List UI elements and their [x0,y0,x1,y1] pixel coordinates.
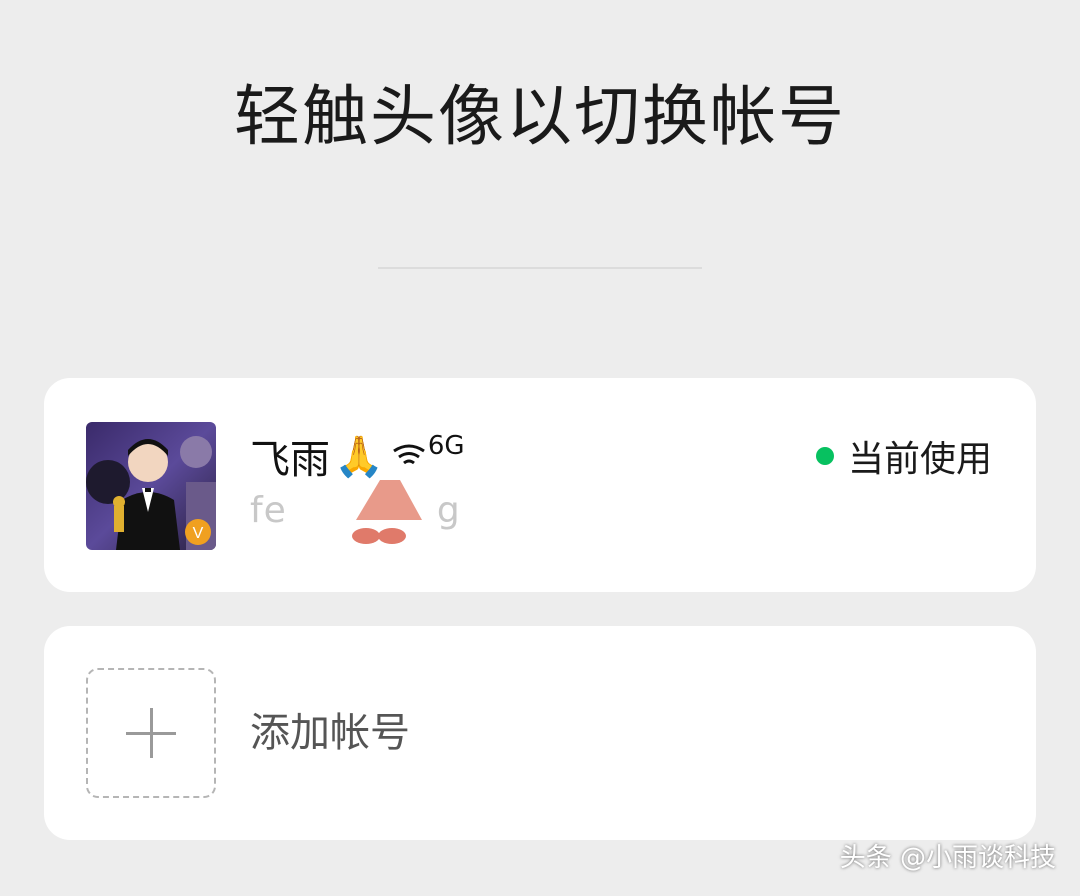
pray-emoji-icon: 🙏 [334,433,384,480]
status-badge: 当前使用 [815,426,992,486]
svg-text:V: V [193,525,204,542]
divider [378,267,702,269]
avatar-image: V [86,422,216,550]
privacy-mask-icon [352,480,422,544]
wechat-id-end: g [436,490,461,531]
status-label: 当前使用 [847,439,992,480]
add-account-label: 添加帐号 [250,710,410,756]
network-label: 6G [427,431,465,461]
account-avatar[interactable]: V [86,422,216,550]
account-name-row: 飞雨 🙏 6G [250,426,465,486]
wifi-icon [392,443,426,469]
current-account-card[interactable]: V 飞雨 🙏 6G fe g 当前使用 [44,378,1036,592]
add-account-button[interactable] [86,668,216,798]
page-title: 轻触头像以切换帐号 [234,78,846,155]
status-dot-icon [815,447,834,465]
wechat-id-start: fe [250,490,287,531]
watermark: 头条 @小雨谈科技 [839,843,1056,873]
account-name: 飞雨 [250,437,330,483]
add-account-card[interactable]: 添加帐号 [44,626,1036,840]
